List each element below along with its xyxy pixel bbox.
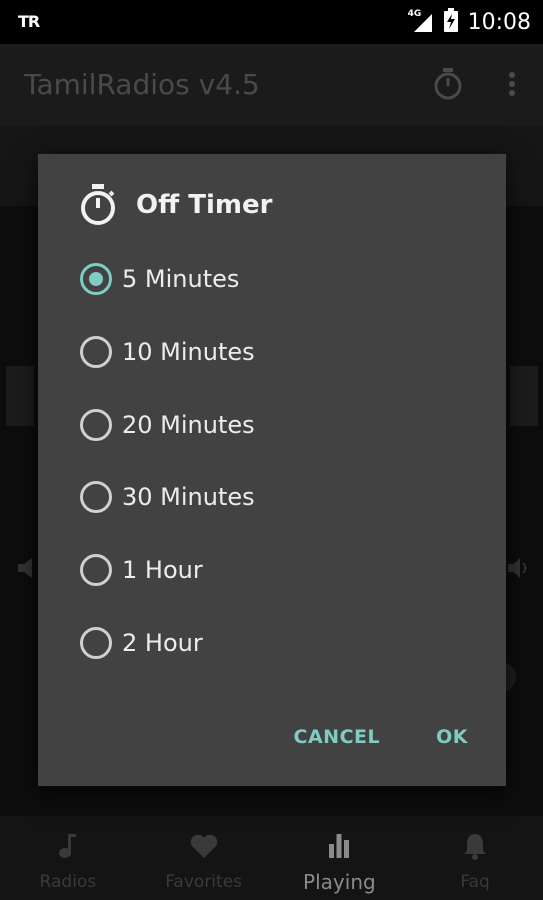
nav-label: Radios [39,872,97,892]
radio-button[interactable] [80,336,112,368]
volume-down-icon [18,556,38,580]
radio-button[interactable] [80,409,112,441]
nav-label: Playing [303,870,376,894]
volume-up-icon [508,556,528,580]
nav-favorites[interactable]: Favorites [136,816,272,900]
radio-button[interactable] [80,627,112,659]
app-bar: TamilRadios v4.5 [0,44,543,126]
option-label: 2 Hour [122,629,203,657]
bell-icon [459,830,491,862]
nav-label: Faq [460,872,490,892]
nav-label: Favorites [165,872,243,892]
heart-icon [188,830,220,862]
option-label: 20 Minutes [122,411,255,439]
app-title: TamilRadios v4.5 [24,68,260,101]
carrier-label: TR [18,12,40,31]
prev-block [6,366,34,426]
option-label: 30 Minutes [122,483,255,511]
cancel-button[interactable]: CANCEL [286,720,389,754]
nav-playing[interactable]: Playing [272,816,408,900]
dialog-header: Off Timer [78,182,272,228]
timer-option-5-minutes[interactable]: 5 Minutes [80,252,460,306]
dialog-title: Off Timer [136,190,273,220]
option-label: 10 Minutes [122,338,255,366]
equalizer-icon [323,830,355,862]
music-note-icon [52,830,84,862]
stopwatch-icon [78,183,118,227]
off-timer-dialog: Off Timer 5 Minutes 10 Minutes 20 Minute… [38,154,506,786]
bottom-nav: Radios Favorites Playing Faq [0,816,543,900]
timer-option-2-hour[interactable]: 2 Hour [80,616,460,670]
status-icons: 4G 10:08 [408,8,531,36]
option-label: 5 Minutes [122,265,240,293]
clock-time: 10:08 [467,9,531,35]
nav-radios[interactable]: Radios [0,816,136,900]
timer-option-20-minutes[interactable]: 20 Minutes [80,398,460,452]
next-block [510,366,538,426]
timer-option-1-hour[interactable]: 1 Hour [80,543,460,597]
signal-icon: 4G [408,9,434,33]
nav-faq[interactable]: Faq [407,816,543,900]
battery-icon [443,8,458,36]
stopwatch-icon[interactable] [430,66,466,102]
timer-option-30-minutes[interactable]: 30 Minutes [80,470,460,524]
radio-button[interactable] [80,554,112,586]
more-vert-icon[interactable] [494,66,530,102]
radio-button[interactable] [80,481,112,513]
ok-button[interactable]: OK [428,720,476,754]
dialog-actions: CANCEL OK [286,720,476,754]
timer-option-10-minutes[interactable]: 10 Minutes [80,325,460,379]
status-bar: TR 4G 10:08 [0,0,543,44]
option-label: 1 Hour [122,556,203,584]
radio-button-checked[interactable] [80,263,112,295]
